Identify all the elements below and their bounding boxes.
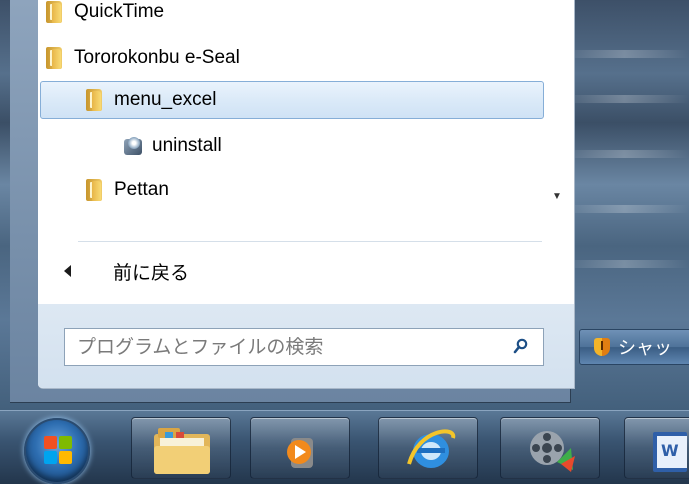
taskbar-ie-button[interactable] [378, 417, 478, 479]
glass-streak [560, 150, 689, 158]
program-list-scrollbar[interactable]: ▼ [548, 0, 566, 230]
taskbar-movie-maker-button[interactable] [500, 417, 600, 479]
back-arrow-icon [64, 265, 71, 277]
taskbar: W [0, 410, 689, 484]
all-programs-list: QuickTime Tororokonbu e-Seal menu_excel … [38, 0, 548, 230]
program-label: Pettan [114, 179, 169, 200]
program-label: QuickTime [74, 1, 165, 22]
program-item-menu-excel[interactable]: menu_excel [86, 84, 216, 116]
folder-icon [46, 1, 62, 23]
program-label: menu_excel [114, 89, 217, 110]
shutdown-button[interactable]: シャッ [579, 329, 689, 365]
uac-shield-icon [594, 338, 610, 356]
search-icon[interactable] [513, 338, 529, 354]
separator [78, 241, 542, 242]
program-item-quicktime[interactable]: QuickTime [46, 0, 164, 28]
program-item-uninstall[interactable]: uninstall [122, 130, 222, 162]
back-label: 前に戻る [113, 261, 190, 284]
program-item-tororokonbu[interactable]: Tororokonbu e-Seal [46, 42, 240, 74]
start-menu-left-pane: QuickTime Tororokonbu e-Seal menu_excel … [38, 0, 575, 389]
taskbar-explorer-button[interactable] [131, 417, 231, 479]
shutdown-label: シャッ [618, 338, 672, 359]
word-document-icon: W [653, 432, 687, 472]
taskbar-media-player-button[interactable] [250, 417, 350, 479]
media-player-icon [287, 438, 313, 468]
internet-explorer-icon [407, 429, 456, 468]
folder-explorer-icon [154, 428, 210, 474]
glass-streak [560, 95, 689, 103]
scroll-down-arrow-icon[interactable]: ▼ [548, 188, 566, 206]
folder-icon [86, 179, 102, 201]
svg-text:W: W [661, 441, 679, 460]
search-input[interactable] [75, 335, 499, 359]
folder-icon [46, 47, 62, 69]
program-label: Tororokonbu e-Seal [74, 47, 240, 68]
program-item-pettan[interactable]: Pettan [86, 174, 169, 206]
start-menu: QuickTime Tororokonbu e-Seal menu_excel … [10, 0, 575, 403]
glass-streak [560, 260, 689, 268]
search-box[interactable] [64, 328, 544, 366]
glass-streak [560, 205, 689, 213]
uninstall-icon [122, 135, 144, 157]
program-label: uninstall [152, 135, 222, 156]
film-reel-icon [530, 431, 575, 472]
search-area [38, 304, 574, 388]
taskbar-word-button[interactable]: W [624, 417, 689, 479]
folder-icon [86, 89, 102, 111]
glass-streak [560, 50, 689, 58]
back-button[interactable]: 前に戻る [48, 254, 548, 288]
start-orb-icon[interactable] [24, 418, 90, 484]
